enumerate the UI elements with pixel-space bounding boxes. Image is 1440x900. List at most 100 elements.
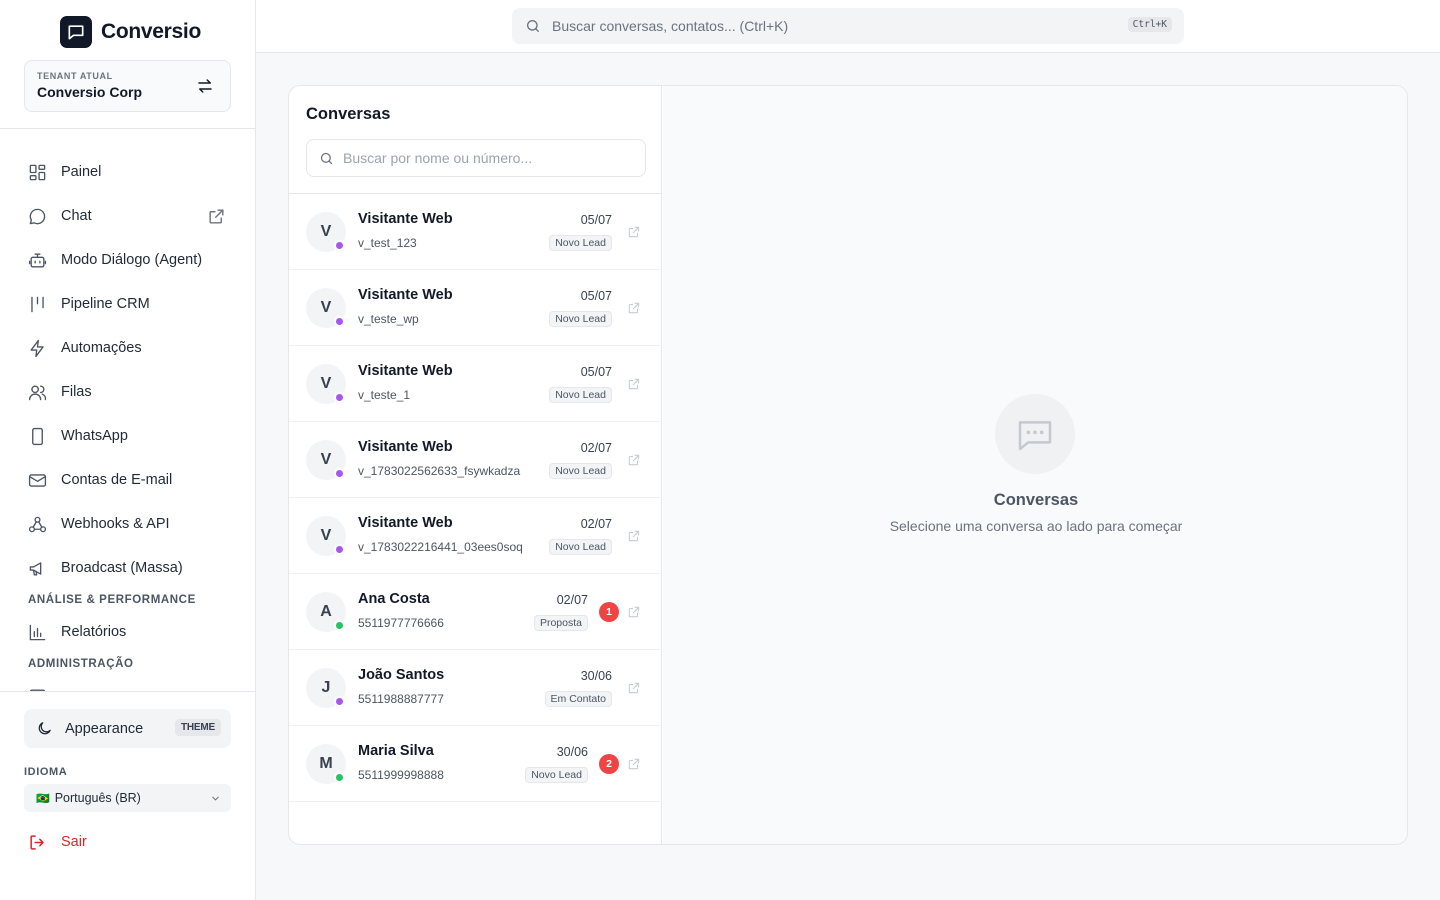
external-link-icon[interactable]	[627, 529, 641, 543]
external-link-icon[interactable]	[627, 605, 641, 619]
webhook-icon	[28, 516, 47, 532]
external-link-icon[interactable]	[627, 453, 641, 467]
conversation-date: 02/07	[580, 441, 612, 455]
empty-subtitle: Selecione uma conversa ao lado para come…	[889, 518, 1183, 534]
nav-item-broadcast[interactable]: Broadcast (Massa)	[28, 556, 228, 580]
theme-badge: THEME	[174, 719, 221, 736]
nav-label: Contas de E-mail	[61, 472, 173, 488]
conversation-search-input[interactable]: Buscar por nome ou número...	[306, 139, 646, 177]
contact-name: Visitante Web	[358, 439, 453, 455]
conversation-date: 02/07	[580, 517, 612, 531]
nav-label: Relatórios	[61, 624, 127, 640]
contact-name: Visitante Web	[358, 515, 453, 531]
users-icon	[28, 384, 47, 400]
phone-icon	[32, 427, 43, 445]
contact-name: Visitante Web	[358, 363, 453, 379]
mail-icon	[28, 473, 47, 487]
conversation-item[interactable]: V Visitante Web v_test_123 05/07 Novo Le…	[289, 194, 662, 270]
avatar-initial: M	[319, 755, 333, 772]
appearance-label: Appearance	[65, 720, 144, 737]
chat-bubble-icon	[60, 16, 92, 48]
nav-item-automacoes[interactable]: Automações	[28, 336, 228, 360]
conversation-search-placeholder: Buscar por nome ou número...	[343, 150, 533, 166]
stage-badge: Novo Lead	[525, 767, 588, 783]
chevron-down-icon	[212, 796, 219, 801]
nav-item-painel[interactable]: Painel	[28, 160, 228, 184]
nav-label: Chat	[61, 208, 92, 224]
brand[interactable]: Conversio	[60, 16, 201, 48]
conversation-item[interactable]: A Ana Costa 5511977776666 02/07 Proposta…	[289, 574, 662, 650]
conversation-detail-empty: Conversas Selecione uma conversa ao lado…	[663, 86, 1407, 844]
nav-item-relatorios[interactable]: Relatórios	[28, 620, 228, 644]
top-bar: Buscar conversas, contatos... (Ctrl+K) C…	[256, 0, 1440, 53]
status-dot	[334, 772, 345, 783]
contact-id: v_teste_wp	[358, 312, 419, 326]
kanban-icon	[31, 296, 44, 312]
bot-icon	[28, 252, 47, 268]
avatar-initial: V	[320, 299, 332, 316]
tenant-label: TENANT ATUAL	[37, 71, 113, 81]
status-dot	[334, 240, 345, 251]
conversation-item[interactable]: J João Santos 5511988887777 30/06 Em Con…	[289, 650, 662, 726]
nav-item-webhooks[interactable]: Webhooks & API	[28, 512, 228, 536]
nav-label: Automações	[61, 340, 142, 356]
contact-id: 5511988887777	[358, 692, 444, 706]
global-search-input[interactable]: Buscar conversas, contatos... (Ctrl+K) C…	[512, 8, 1184, 44]
conversation-item[interactable]: V Visitante Web v_1783022216441_03ees0so…	[289, 498, 662, 574]
empty-title: Conversas	[993, 491, 1079, 509]
language-label: IDIOMA	[24, 766, 68, 778]
nav-item-filas[interactable]: Filas	[28, 380, 228, 404]
unread-count-badge: 2	[599, 754, 619, 774]
language-value: Português (BR)	[54, 791, 141, 805]
stage-badge: Novo Lead	[549, 311, 612, 327]
nav-label: Webhooks & API	[61, 516, 170, 532]
status-dot	[334, 392, 345, 403]
external-link-icon[interactable]	[627, 681, 641, 695]
external-link-icon[interactable]	[627, 225, 641, 239]
conversation-item[interactable]: M Maria Silva 5511999998888 30/06 Novo L…	[289, 726, 662, 802]
contact-name: Visitante Web	[358, 211, 453, 227]
chat-bubble-icon	[29, 208, 46, 224]
shortcut-hint: Ctrl+K	[1127, 17, 1172, 32]
nav-label: Broadcast (Massa)	[61, 560, 183, 576]
nav-label: Pipeline CRM	[61, 296, 150, 312]
external-link-icon[interactable]	[627, 377, 641, 391]
avatar-initial: V	[320, 223, 332, 240]
brand-name: Conversio	[101, 20, 201, 43]
logout-button[interactable]: Sair	[28, 830, 87, 854]
moon-icon	[38, 722, 51, 735]
appearance-toggle[interactable]: Appearance THEME	[24, 709, 231, 748]
status-dot	[334, 620, 345, 631]
nav-item-whatsapp[interactable]: WhatsApp	[28, 424, 228, 448]
external-link-icon[interactable]	[207, 207, 226, 226]
nav-item-pipeline[interactable]: Pipeline CRM	[28, 292, 228, 316]
stage-badge: Novo Lead	[549, 463, 612, 479]
avatar-initial: V	[320, 451, 332, 468]
conversation-item[interactable]: V Visitante Web v_teste_1 05/07 Novo Lea…	[289, 346, 662, 422]
tenant-name: Conversio Corp	[37, 84, 143, 100]
logout-icon	[30, 834, 44, 850]
nav-item-email[interactable]: Contas de E-mail	[28, 468, 228, 492]
external-link-icon[interactable]	[627, 757, 641, 771]
contact-id: 5511977776666	[358, 616, 444, 630]
conversation-date: 05/07	[580, 289, 612, 303]
conversation-item[interactable]: V Visitante Web v_teste_wp 05/07 Novo Le…	[289, 270, 662, 346]
stage-badge: Novo Lead	[549, 539, 612, 555]
nav-item-agent[interactable]: Modo Diálogo (Agent)	[28, 248, 228, 272]
conversation-date: 05/07	[580, 365, 612, 379]
language-select[interactable]: 🇧🇷 Português (BR)	[24, 784, 231, 812]
sidebar: Conversio TENANT ATUAL Conversio Corp Pa…	[0, 0, 256, 900]
main-nav: Painel Chat Modo Diálogo (Agent) Pipelin…	[0, 129, 255, 691]
status-dot	[334, 468, 345, 479]
conversation-item[interactable]: V Visitante Web v_1783022562633_fsywkadz…	[289, 422, 662, 498]
swap-arrows-icon[interactable]	[196, 77, 214, 95]
search-icon	[320, 152, 333, 165]
contact-id: v_teste_1	[358, 388, 411, 402]
nav-item-chat[interactable]: Chat	[28, 204, 228, 228]
nav-section-admin: ADMINISTRAÇÃO	[28, 658, 134, 670]
nav-item-clipped[interactable]	[28, 684, 228, 691]
global-search-placeholder: Buscar conversas, contatos... (Ctrl+K)	[552, 18, 789, 34]
external-link-icon[interactable]	[627, 301, 641, 315]
avatar-initial: A	[320, 603, 332, 620]
tenant-switcher[interactable]: TENANT ATUAL Conversio Corp	[24, 60, 231, 112]
